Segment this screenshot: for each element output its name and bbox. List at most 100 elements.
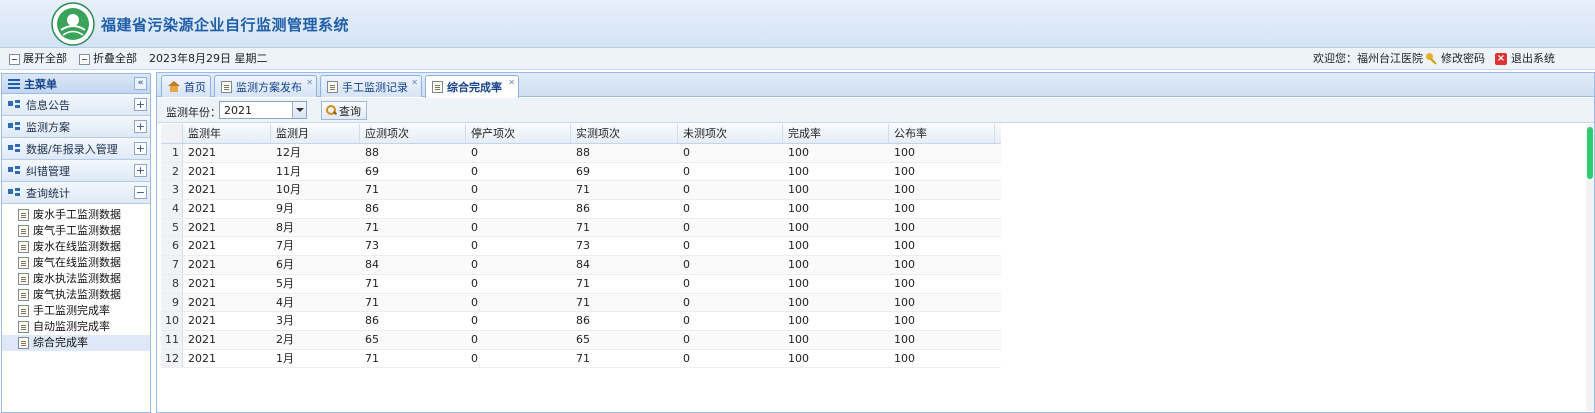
nav-leaf-wastewater-online[interactable]: 废水在线监测数据 xyxy=(2,239,150,255)
column-header[interactable]: 停产项次 xyxy=(466,124,571,143)
cell-missed: 0 xyxy=(683,146,690,159)
collapse-all-button[interactable]: 折叠全部 xyxy=(79,52,137,66)
table-row[interactable]: 5 2021 8月 71 0 71 0 100 100 xyxy=(161,218,1001,238)
query-bar: 监测年份： 2021 查询 xyxy=(157,98,1594,123)
collapse-icon xyxy=(79,53,90,65)
cell-completion-rate: 100 xyxy=(788,183,809,197)
expand-toggle-icon[interactable]: + xyxy=(134,142,147,155)
change-password-link[interactable]: 修改密码 xyxy=(1426,52,1485,66)
nav-leaf-wastegas-manual[interactable]: 废气手工监测数据 xyxy=(2,223,150,239)
column-header[interactable]: 监测年 xyxy=(183,124,271,143)
nav-group-monitoring-plan[interactable]: 监测方案 + xyxy=(2,116,150,138)
cell-missed: 0 xyxy=(683,314,690,328)
tab-manual-records[interactable]: 手工监测记录 ✕ xyxy=(320,75,422,97)
tree-node-icon xyxy=(8,122,22,131)
nav-group-announcements[interactable]: 信息公告 + xyxy=(2,94,150,116)
close-icon[interactable]: ✕ xyxy=(508,78,515,87)
table-row[interactable]: 4 2021 9月 86 0 86 0 100 100 xyxy=(161,200,1001,219)
scrollbar-thumb[interactable] xyxy=(1587,127,1593,179)
cell-planned: 88 xyxy=(365,146,379,159)
cell-year: 2021 xyxy=(188,146,216,159)
tab-home[interactable]: 首页 xyxy=(161,75,211,97)
cell-missed: 0 xyxy=(683,239,690,253)
nav-leaf-overall-completion[interactable]: 综合完成率 xyxy=(2,335,150,351)
table-row[interactable]: 2 2021 11月 69 0 69 0 100 100 xyxy=(161,162,1001,182)
close-icon[interactable]: ✕ xyxy=(411,78,418,87)
tab-overall-completion[interactable]: 综合完成率 ✕ xyxy=(425,75,519,98)
close-icon[interactable]: ✕ xyxy=(306,78,313,87)
column-header[interactable]: 完成率 xyxy=(783,124,889,143)
cell-completion-rate: 100 xyxy=(788,164,809,178)
document-icon xyxy=(18,273,29,285)
nav-group-data-entry[interactable]: 数据/年报录入管理 + xyxy=(2,138,150,160)
collapse-toggle-icon[interactable]: − xyxy=(134,186,147,199)
cell-stopped: 0 xyxy=(471,183,478,197)
main-panel: 首页 监测方案发布 ✕ 手工监测记录 ✕ 综合完成率 ✕ 监测年份： 2021 … xyxy=(156,72,1595,413)
nav-leaf-wastewater-enforcement[interactable]: 废水执法监测数据 xyxy=(2,271,150,287)
cell-year: 2021 xyxy=(188,314,216,328)
nav-leaf-wastewater-manual[interactable]: 废水手工监测数据 xyxy=(2,207,150,223)
expand-toggle-icon[interactable]: + xyxy=(134,164,147,177)
table-row[interactable]: 11 2021 2月 65 0 65 0 100 100 xyxy=(161,330,1001,350)
query-button[interactable]: 查询 xyxy=(321,101,367,120)
table-row[interactable]: 1 2021 12月 88 0 88 0 100 100 xyxy=(161,144,1001,163)
cell-month: 2月 xyxy=(276,332,294,346)
tab-plan-publish[interactable]: 监测方案发布 ✕ xyxy=(214,75,317,97)
column-header[interactable]: 未测项次 xyxy=(678,124,783,143)
cell-planned: 65 xyxy=(365,332,379,346)
nav-group-error-correction[interactable]: 纠错管理 + xyxy=(2,160,150,182)
cell-missed: 0 xyxy=(683,164,690,178)
cell-publish-rate: 100 xyxy=(894,314,915,328)
nav-header: 主菜单 « xyxy=(2,74,150,94)
column-header[interactable]: 监测月 xyxy=(271,124,360,143)
cell-year: 2021 xyxy=(188,183,216,197)
cell-publish-rate: 100 xyxy=(894,146,915,159)
expand-toggle-icon[interactable]: + xyxy=(134,98,147,111)
tree-node-icon xyxy=(8,166,22,175)
cell-actual: 71 xyxy=(576,276,590,290)
cell-year: 2021 xyxy=(188,164,216,178)
cell-missed: 0 xyxy=(683,258,690,272)
table-row[interactable]: 12 2021 1月 71 0 71 0 100 100 xyxy=(161,349,1001,369)
tree-node-icon xyxy=(8,144,22,153)
table-row[interactable]: 3 2021 10月 71 0 71 0 100 100 xyxy=(161,181,1001,201)
cell-missed: 0 xyxy=(683,183,690,197)
year-select[interactable]: 2021 xyxy=(219,101,307,119)
table-row[interactable]: 8 2021 5月 71 0 71 0 100 100 xyxy=(161,274,1001,294)
document-icon xyxy=(18,241,29,253)
cell-month: 12月 xyxy=(276,146,301,159)
cell-stopped: 0 xyxy=(471,258,478,272)
column-header[interactable]: 公布率 xyxy=(889,124,995,143)
column-header[interactable]: 实测项次 xyxy=(571,124,678,143)
expand-toggle-icon[interactable]: + xyxy=(134,120,147,133)
nav-collapse-button[interactable]: « xyxy=(134,77,147,90)
cell-completion-rate: 100 xyxy=(788,314,809,328)
chevron-down-icon[interactable] xyxy=(292,102,306,118)
cell-actual: 71 xyxy=(576,295,590,309)
document-icon xyxy=(18,337,29,349)
nav-leaf-auto-completion[interactable]: 自动监测完成率 xyxy=(2,319,150,335)
cell-publish-rate: 100 xyxy=(894,276,915,290)
table-row[interactable]: 7 2021 6月 84 0 84 0 100 100 xyxy=(161,256,1001,275)
vertical-scrollbar[interactable] xyxy=(1586,124,1594,411)
document-icon xyxy=(18,321,29,333)
nav-leaf-manual-completion[interactable]: 手工监测完成率 xyxy=(2,303,150,319)
logout-link[interactable]: × 退出系统 xyxy=(1495,52,1555,66)
year-label: 监测年份： xyxy=(166,106,221,119)
cell-actual: 84 xyxy=(576,258,590,272)
nav-group-query-statistics[interactable]: 查询统计 − xyxy=(2,182,150,204)
cell-year: 2021 xyxy=(188,239,216,253)
cell-actual: 71 xyxy=(576,351,590,365)
expand-all-button[interactable]: 展开全部 xyxy=(9,52,67,66)
cell-month: 1月 xyxy=(276,351,294,365)
cell-actual: 71 xyxy=(576,183,590,197)
cell-missed: 0 xyxy=(683,351,690,365)
table-row[interactable]: 10 2021 3月 86 0 86 0 100 100 xyxy=(161,312,1001,331)
table-row[interactable]: 6 2021 7月 73 0 73 0 100 100 xyxy=(161,237,1001,257)
table-row[interactable]: 9 2021 4月 71 0 71 0 100 100 xyxy=(161,293,1001,313)
nav-leaf-wastegas-enforcement[interactable]: 废气执法监测数据 xyxy=(2,287,150,303)
tree-node-icon xyxy=(8,100,22,109)
column-header[interactable]: 应测项次 xyxy=(360,124,466,143)
nav-leaf-wastegas-online[interactable]: 废气在线监测数据 xyxy=(2,255,150,271)
document-icon xyxy=(221,80,232,93)
